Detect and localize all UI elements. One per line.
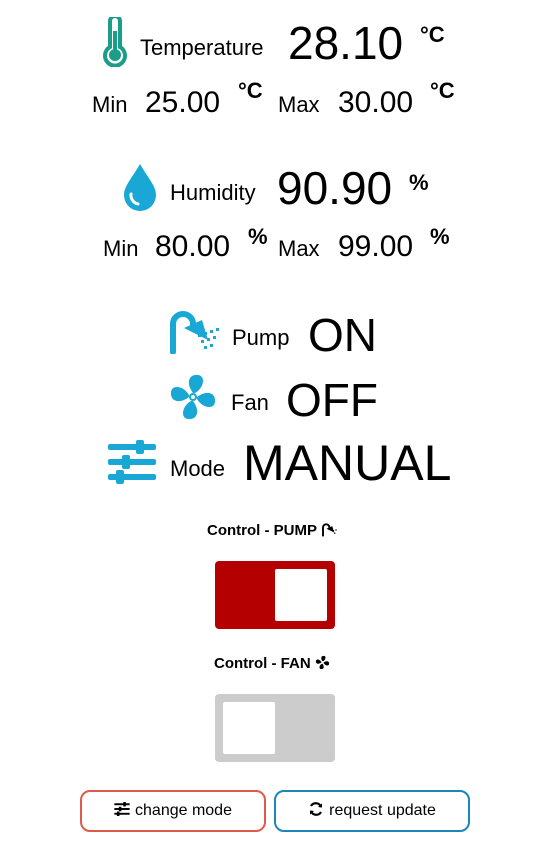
fan-control-title: Control - FAN: [214, 655, 330, 674]
refresh-icon: [308, 801, 324, 822]
humidity-label: Humidity: [170, 180, 256, 205]
shower-icon: [321, 523, 339, 541]
fan-icon: [168, 372, 218, 427]
shower-icon: [168, 310, 222, 359]
pump-toggle-knob: [275, 569, 327, 621]
sliders-icon: [108, 440, 156, 489]
mode-value: MANUAL: [243, 435, 452, 491]
fan-icon: [315, 655, 330, 674]
temperature-min-unit: °C: [238, 78, 263, 103]
change-mode-label: change mode: [135, 802, 232, 819]
sliders-icon: [114, 801, 130, 821]
temperature-label: Temperature: [140, 35, 264, 60]
pump-control-title: Control - PUMP: [207, 522, 339, 541]
humidity-min-label: Min: [103, 236, 139, 261]
request-update-label: request update: [329, 802, 436, 819]
humidity-max-value: 99.00: [338, 230, 414, 263]
humidity-value: 90.90: [277, 162, 393, 214]
mode-label: Mode: [170, 456, 226, 481]
fan-status-value: OFF: [286, 374, 378, 426]
temperature-value: 28.10: [288, 17, 404, 69]
fan-control-title-text: Control - FAN: [214, 655, 311, 672]
fan-toggle-switch[interactable]: [215, 694, 335, 762]
humidity-unit: %: [409, 170, 429, 195]
pump-label: Pump: [232, 325, 290, 350]
thermometer-icon: [100, 14, 130, 72]
humidity-min-unit: %: [248, 224, 268, 249]
humidity-max-unit: %: [430, 224, 450, 249]
pump-toggle-switch[interactable]: [215, 561, 335, 629]
request-update-button[interactable]: request update: [274, 790, 470, 832]
change-mode-button[interactable]: change mode: [80, 790, 266, 832]
temperature-max-label: Max: [278, 92, 320, 117]
fan-label: Fan: [231, 390, 269, 415]
temperature-min-value: 25.00: [145, 86, 221, 119]
fan-toggle-knob: [223, 702, 275, 754]
humidity-max-label: Max: [278, 236, 320, 261]
temperature-max-unit: °C: [430, 78, 455, 103]
temperature-unit: °C: [420, 22, 445, 47]
temperature-min-label: Min: [92, 92, 128, 117]
humidity-min-value: 80.00: [155, 230, 231, 263]
temperature-max-value: 30.00: [338, 86, 414, 119]
pump-control-title-text: Control - PUMP: [207, 522, 317, 539]
water-drop-icon: [122, 162, 158, 217]
pump-status-value: ON: [308, 309, 377, 361]
